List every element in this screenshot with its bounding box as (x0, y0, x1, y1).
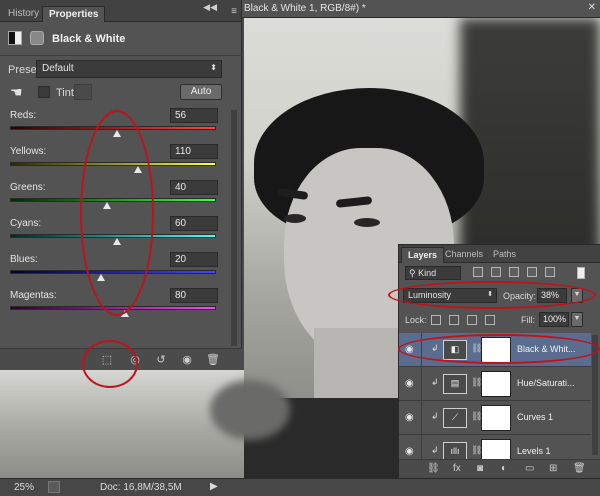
filter-row: ⚲ Kind (399, 263, 600, 283)
shape-filter-icon[interactable] (527, 267, 537, 277)
tab-history[interactable]: History (2, 6, 45, 22)
lock-row: Lock: Fill: 100% ▼ (399, 311, 600, 329)
tab-paths[interactable]: Paths (487, 247, 522, 263)
zoom-preview-icon[interactable] (48, 481, 60, 493)
add-mask-icon[interactable]: ◙ (477, 463, 483, 474)
slider-label: Greens: (10, 182, 46, 193)
slider-value-input[interactable]: 80 (170, 288, 218, 303)
kind-value: Kind (418, 268, 437, 278)
lock-all-icon[interactable] (485, 315, 495, 325)
clip-arrow-icon: ↲ (431, 377, 439, 387)
annotation-ellipse-sliders (80, 110, 154, 316)
kind-filter-select[interactable]: ⚲ Kind (405, 266, 461, 280)
lock-image-icon[interactable] (449, 315, 459, 325)
slider-label: Cyans: (10, 218, 42, 229)
properties-tabs: History Properties ◀◀ ≡ (0, 0, 241, 22)
adjustment-thumbnail-icon[interactable]: ⟋ (443, 408, 467, 428)
lock-label: Lock: (405, 315, 427, 325)
mask-icon[interactable] (30, 31, 44, 45)
new-adjustment-icon[interactable]: ◐ (501, 463, 507, 474)
slider-value-input[interactable]: 60 (170, 216, 218, 231)
document-title: Black & White 1, RGB/8#) * (244, 3, 366, 14)
slider-value-input[interactable]: 40 (170, 180, 218, 195)
layer-mask-thumbnail[interactable] (481, 371, 511, 397)
document-tab[interactable]: Black & White 1, RGB/8#) * ✕ (242, 0, 600, 18)
close-icon[interactable]: ✕ (588, 2, 596, 13)
canvas-background (0, 370, 290, 478)
new-layer-icon[interactable]: ⊞ (549, 463, 557, 474)
adjustment-icon[interactable] (8, 31, 22, 45)
annotation-ellipse-selected-layer (398, 334, 600, 364)
visibility-eye-icon[interactable]: ◉ (405, 446, 414, 457)
slider-label: Reds: (10, 110, 37, 121)
auto-button[interactable]: Auto (180, 84, 222, 100)
slider-value-input[interactable]: 56 (170, 108, 218, 123)
preset-select[interactable]: Default ⬍ (36, 60, 222, 78)
lock-transparency-icon[interactable] (431, 315, 441, 325)
tint-label: Tint (56, 87, 74, 99)
layer-name: Levels 1 (517, 446, 551, 456)
clip-arrow-icon: ↲ (431, 411, 439, 421)
layer-mask-thumbnail[interactable] (481, 405, 511, 431)
adjustment-filter-icon[interactable] (491, 267, 501, 277)
layer-name: Curves 1 (517, 412, 554, 422)
properties-title: Black & White (52, 33, 126, 45)
clip-arrow-icon: ↲ (431, 445, 439, 455)
tab-channels[interactable]: Channels (439, 247, 489, 263)
layers-footer: ⛓ fx ◙ ◐ ▭ ⊞ 🗑 (399, 459, 600, 479)
tab-properties[interactable]: Properties (42, 6, 106, 22)
slider-value-input[interactable]: 20 (170, 252, 218, 267)
divider (421, 401, 422, 435)
search-icon: ⚲ (409, 268, 416, 278)
slider-label: Blues: (10, 254, 38, 265)
fill-dropdown-icon[interactable]: ▼ (571, 312, 583, 327)
layer-row[interactable]: ◉ ↲ ▤ ⛓ Hue/Saturati... (399, 367, 591, 401)
type-filter-icon[interactable] (509, 267, 519, 277)
preset-value: Default (42, 63, 74, 74)
reset-icon[interactable]: ↺ (154, 353, 168, 366)
slider-label: Yellows: (10, 146, 47, 157)
status-menu-arrow[interactable]: ▶ (210, 481, 218, 492)
fill-input[interactable]: 100% (539, 312, 569, 327)
lock-position-icon[interactable] (467, 315, 477, 325)
tab-layers[interactable]: Layers (401, 247, 445, 263)
filter-toggle-icon[interactable] (577, 267, 585, 279)
fx-icon[interactable]: fx (453, 463, 461, 474)
tint-color-swatch[interactable] (74, 84, 92, 100)
slider-value-input[interactable]: 110 (170, 144, 218, 159)
pixel-filter-icon[interactable] (473, 267, 483, 277)
new-group-icon[interactable]: ▭ (525, 463, 534, 474)
annotation-ellipse-blend-mode (388, 281, 596, 309)
status-bar: 25% Doc: 16,8M/38,5M ▶ (0, 478, 600, 496)
visibility-eye-icon[interactable]: ◉ (405, 412, 414, 423)
properties-header: Black & White (0, 22, 242, 56)
layer-row[interactable]: ◉ ↲ ⟋ ⛓ Curves 1 (399, 401, 591, 435)
slider-label: Magentas: (10, 290, 57, 301)
annotation-ellipse-clip-button (82, 340, 138, 388)
trash-icon[interactable]: 🗑 (206, 353, 220, 366)
smart-object-filter-icon[interactable] (545, 267, 555, 277)
divider (421, 367, 422, 401)
zoom-level[interactable]: 25% (14, 482, 34, 493)
doc-size: Doc: 16,8M/38,5M (100, 482, 182, 493)
layer-name: Hue/Saturati... (517, 378, 575, 388)
properties-scrollbar[interactable] (231, 110, 237, 346)
link-icon[interactable]: ⛓ (427, 463, 440, 474)
targeted-adjustment-hand-icon[interactable]: ☚ (10, 84, 23, 101)
panel-menu-icon[interactable]: ≡ (231, 6, 237, 17)
trash-icon[interactable]: 🗑 (573, 463, 586, 474)
collapse-icon[interactable]: ◀◀ (203, 2, 217, 13)
layers-tabs: Layers Channels Paths (399, 245, 600, 263)
chevron-updown-icon: ⬍ (210, 63, 217, 72)
tint-checkbox[interactable] (38, 86, 50, 98)
visibility-eye-icon[interactable]: ◉ (405, 378, 414, 389)
visibility-eye-icon[interactable]: ◉ (180, 353, 194, 366)
fill-label: Fill: (521, 315, 535, 325)
adjustment-thumbnail-icon[interactable]: ▤ (443, 374, 467, 394)
